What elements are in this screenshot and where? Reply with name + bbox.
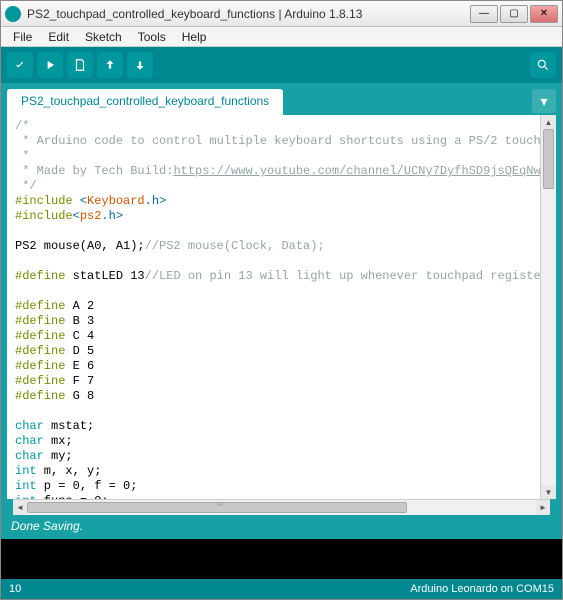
code-line: /*: [15, 119, 29, 133]
code-token: statLED 13: [65, 269, 144, 283]
upload-button[interactable]: [37, 52, 63, 78]
code-token: char: [15, 449, 44, 463]
code-token: //PS2 mouse(Clock, Data);: [145, 239, 325, 253]
code-token: C 4: [65, 329, 94, 343]
code-line: *: [15, 149, 29, 163]
code-token: m, x, y;: [37, 464, 102, 478]
arrow-right-icon: [43, 58, 57, 72]
code-token: .h>: [145, 194, 167, 208]
console-output[interactable]: [1, 539, 562, 579]
code-line: */: [15, 179, 37, 193]
scroll-down-button[interactable]: ▼: [541, 485, 556, 499]
sketch-tab[interactable]: PS2_touchpad_controlled_keyboard_functio…: [7, 89, 283, 115]
code-token: #define: [15, 344, 65, 358]
menu-file[interactable]: File: [5, 28, 40, 46]
menu-edit[interactable]: Edit: [40, 28, 77, 46]
scroll-up-button[interactable]: ▲: [541, 115, 556, 129]
code-token: p = 0, f = 0;: [37, 479, 138, 493]
code-token: G 8: [65, 389, 94, 403]
check-icon: [13, 58, 27, 72]
code-token: mstat;: [44, 419, 94, 433]
serial-monitor-button[interactable]: [530, 52, 556, 78]
editor-wrap: /* * Arduino code to control multiple ke…: [7, 115, 556, 499]
code-link[interactable]: https://www.youtube.com/channel/UCNy7Dyf…: [173, 164, 540, 178]
code-token: int: [15, 464, 37, 478]
tab-bar: PS2_touchpad_controlled_keyboard_functio…: [7, 89, 556, 115]
menubar: File Edit Sketch Tools Help: [1, 27, 562, 47]
magnifier-icon: [536, 58, 550, 72]
board-info: Arduino Leonardo on COM15: [410, 583, 554, 595]
code-token: #include: [15, 209, 73, 223]
menu-sketch[interactable]: Sketch: [77, 28, 130, 46]
window-title: PS2_touchpad_controlled_keyboard_functio…: [27, 7, 470, 21]
minimize-button[interactable]: —: [470, 5, 498, 23]
vertical-scrollbar[interactable]: ▲ ▼: [540, 115, 556, 499]
menu-tools[interactable]: Tools: [130, 28, 174, 46]
code-token: //LED on pin 13 will light up whenever t…: [145, 269, 540, 283]
arduino-icon: [5, 6, 21, 22]
code-editor[interactable]: /* * Arduino code to control multiple ke…: [7, 115, 540, 499]
code-token: #define: [15, 299, 65, 313]
code-token: mx;: [44, 434, 73, 448]
line-number: 10: [9, 583, 410, 595]
content-area: PS2_touchpad_controlled_keyboard_functio…: [1, 83, 562, 515]
maximize-button[interactable]: ▢: [500, 5, 528, 23]
code-token: <: [73, 209, 80, 223]
file-icon: [73, 58, 87, 72]
window: PS2_touchpad_controlled_keyboard_functio…: [0, 0, 563, 600]
code-token: PS2 mouse(A0, A1);: [15, 239, 145, 253]
arrow-down-icon: [133, 58, 147, 72]
code-token: int: [15, 479, 37, 493]
scroll-thumb[interactable]: [543, 129, 554, 189]
code-token: #define: [15, 269, 65, 283]
window-controls: — ▢ ✕: [470, 5, 558, 23]
code-token: #define: [15, 314, 65, 328]
toolbar: [1, 47, 562, 83]
code-line: * Made by Tech Build:: [15, 164, 173, 178]
code-line: * Arduino code to control multiple keybo…: [15, 134, 540, 148]
code-token: #include: [15, 194, 73, 208]
code-token: A 2: [65, 299, 94, 313]
code-token: E 6: [65, 359, 94, 373]
code-token: #define: [15, 329, 65, 343]
footer-bar: 10 Arduino Leonardo on COM15: [1, 579, 562, 599]
scroll-thumb-h[interactable]: ''': [27, 502, 407, 513]
code-token: char: [15, 419, 44, 433]
scroll-left-button[interactable]: ◄: [13, 500, 27, 515]
titlebar[interactable]: PS2_touchpad_controlled_keyboard_functio…: [1, 1, 562, 27]
status-bar: Done Saving.: [1, 515, 562, 539]
code-token: ps2: [80, 209, 102, 223]
code-token: my;: [44, 449, 73, 463]
code-token: #define: [15, 374, 65, 388]
arrow-up-icon: [103, 58, 117, 72]
new-button[interactable]: [67, 52, 93, 78]
code-token: #define: [15, 389, 65, 403]
menu-help[interactable]: Help: [174, 28, 215, 46]
tab-menu-button[interactable]: ▾: [532, 89, 556, 113]
close-button[interactable]: ✕: [530, 5, 558, 23]
code-token: B 3: [65, 314, 94, 328]
open-button[interactable]: [97, 52, 123, 78]
code-token: Keyboard: [87, 194, 145, 208]
code-token: .h>: [101, 209, 123, 223]
status-message: Done Saving.: [11, 519, 83, 533]
save-button[interactable]: [127, 52, 153, 78]
horizontal-scrollbar[interactable]: ◄ ''' ►: [13, 499, 550, 515]
code-token: #define: [15, 359, 65, 373]
code-token: char: [15, 434, 44, 448]
code-token: <: [80, 194, 87, 208]
code-token: F 7: [65, 374, 94, 388]
scroll-marker: ''': [217, 502, 222, 512]
verify-button[interactable]: [7, 52, 33, 78]
code-token: D 5: [65, 344, 94, 358]
scroll-right-button[interactable]: ►: [536, 500, 550, 515]
